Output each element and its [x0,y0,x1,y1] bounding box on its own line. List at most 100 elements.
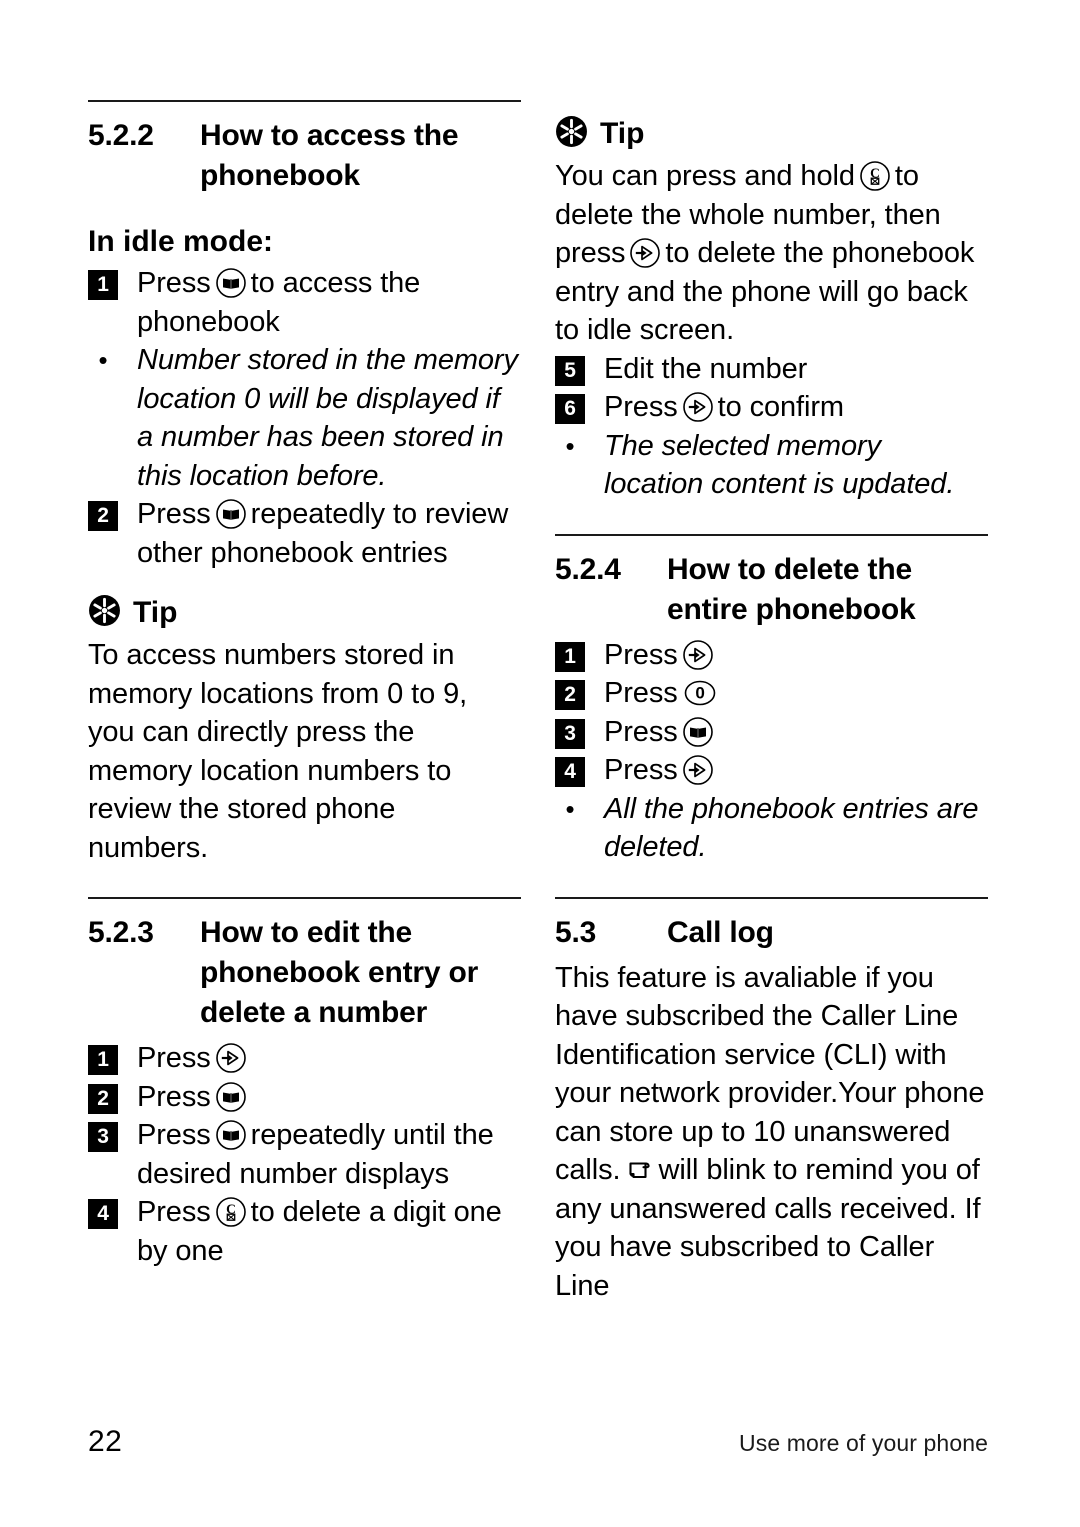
step-text-before: Press [604,638,678,671]
step-text-before: Press [604,754,678,786]
step-number-badge: 2 [555,680,585,710]
step-item: 1 Press [555,636,988,675]
section-title: How to access the phonebook [200,119,459,192]
two-column-layout: 5.2.2 How to access the phonebook In idl… [88,100,988,1305]
menu-ok-key-icon [629,237,661,269]
section-heading-524: 5.2.4 How to delete the entire phonebook [555,550,988,630]
footer-chapter-note: Use more of your phone [739,1430,988,1456]
tip-label: Tip [133,596,178,629]
phonebook-book-key-icon [215,1081,247,1113]
step-number-badge: 3 [88,1122,118,1152]
step-text: Press [604,751,988,790]
left-column: 5.2.2 How to access the phonebook In idl… [88,100,521,1305]
section-divider [555,533,988,536]
step-text-before: Press [137,1042,211,1074]
section-number: 5.2.4 [555,552,621,586]
tip-asterisk-icon [88,594,121,632]
step-text-before: Press [604,391,678,423]
section-number: 5.2.2 [88,119,154,152]
step-text: Press 0 [604,674,988,713]
tip-label: Tip [600,117,645,150]
section-53-body-part1: This feature is avaliable if you have su… [555,961,985,1187]
step-text: Press Cto delete a digit one by one [137,1193,521,1270]
step-item: 2 Press 0 [555,674,988,713]
menu-ok-key-icon [682,754,714,786]
step-number-badge: 1 [88,1045,118,1075]
subheading-idle-mode: In idle mode: [88,225,274,258]
section-heading-522: 5.2.2 How to access the phonebook [88,116,521,196]
step-text-after: to confirm [717,391,844,423]
step-number-badge: 1 [88,270,118,300]
step-text-before: Press [137,1119,211,1151]
step-text-before: Press [604,715,678,748]
bullet-note-text: The selected memory location content is … [604,429,955,501]
bullet-dot: • [98,345,108,375]
bullet-note-text: All the phonebook entries are deleted. [604,792,979,864]
phonebook-book-key-icon [215,498,247,530]
section-heading-523: 5.2.3 How to edit the phonebook entry or… [88,913,521,1033]
step-text-before: Press [137,498,211,530]
section-heading-53: 5.3 Call log [555,913,988,953]
step-item: 1 Press to access the phonebook [88,264,521,341]
step-number-badge: 4 [88,1199,118,1229]
section-number: 5.3 [555,915,597,949]
step-item: 2 Press repeatedly to review other phoneb… [88,495,521,572]
menu-ok-key-icon [215,1042,247,1074]
clear-delete-key-icon: C [215,1196,247,1228]
section-divider [555,896,988,899]
section-divider [88,100,521,102]
tip-body: To access numbers stored in memory locat… [88,639,468,864]
step-text: Press [604,636,988,675]
step-item: 6 Press to confirm [555,388,988,427]
step-number-badge: 1 [555,641,585,672]
step-item: 1 Press [88,1039,521,1078]
section-number: 5.2.3 [88,916,154,949]
tip-body-part1: You can press and hold [555,160,855,192]
page-number: 22 [88,1425,123,1458]
step-item: 4 Press Cto delete a digit one by one [88,1193,521,1270]
step-number-badge: 5 [555,355,585,386]
step-text: Press to access the phonebook [137,264,521,341]
tip-asterisk-icon [555,115,588,153]
clear-delete-key-icon: C [859,160,891,192]
tip-body: You can press and hold Cto delete the who… [555,157,988,350]
step-text: Press to confirm [604,388,988,427]
bullet-note: • All the phonebook entries are deleted. [555,790,988,867]
right-column: Tip You can press and hold Cto delete the… [555,100,988,1305]
tip-header: Tip [88,594,521,632]
step-item: 3 Press [555,713,988,752]
step-text: Press [137,1078,521,1117]
bullet-note: • The selected memory location content i… [555,427,988,504]
step-number-badge: 6 [555,394,585,424]
menu-ok-key-icon [682,391,714,423]
step-text-before: Press [137,1080,211,1113]
step-text: Press [137,1039,521,1078]
menu-ok-key-icon [682,639,714,671]
section-title: How to edit the phonebook entry or delet… [200,916,479,1029]
section-53-body: This feature is avaliable if you have su… [555,959,988,1306]
step-number-badge: 2 [88,501,118,531]
bullet-note-text: Number stored in the memory location 0 w… [137,344,518,492]
step-item: 5 Edit the number [555,350,988,389]
step-text: Press repeatedly to review other phoneboo… [137,495,521,572]
bullet-dot: • [565,793,575,824]
step-text: Press repeatedly until the desired number… [137,1116,521,1193]
manual-page: 5.2.2 How to access the phonebook In idl… [88,0,988,1527]
bullet-dot: • [565,430,575,461]
zero-key-icon: 0 [682,677,718,709]
step-text: Edit the number [604,352,808,385]
svg-text:0: 0 [695,684,704,703]
step-number-badge: 2 [88,1083,118,1114]
phonebook-book-key-icon [682,716,714,748]
bullet-note: • Number stored in the memory location 0… [88,341,521,495]
section-divider [88,897,521,899]
step-text: Press [604,713,988,752]
step-number-badge: 4 [555,757,585,787]
missed-call-scroll-icon [624,1154,654,1186]
step-text-before: Press [137,1196,211,1228]
step-text-before: Press [604,677,678,709]
phonebook-book-key-icon [215,267,247,299]
section-title: Call log [667,915,774,949]
step-text-before: Press [137,267,211,299]
phonebook-book-key-icon [215,1119,247,1151]
